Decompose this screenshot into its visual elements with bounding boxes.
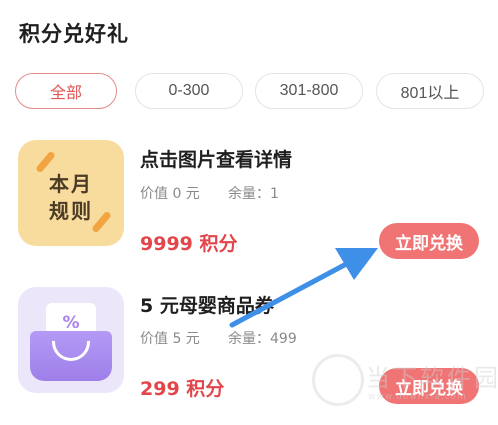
- percent-icon: %: [62, 313, 80, 333]
- filter-chips: 全部 0-300 301-800 801以上: [15, 73, 498, 109]
- watermark: 当下软件园 www.downxia.com: [312, 350, 498, 410]
- item-stock: 余量：1: [228, 186, 279, 202]
- item-name: 点击图片查看详情: [140, 149, 293, 171]
- voucher-thumbnail[interactable]: %: [18, 287, 124, 393]
- monthly-rules-thumbnail[interactable]: 本月 规则: [18, 140, 124, 246]
- filter-chip-301-800[interactable]: 301-800: [255, 73, 363, 109]
- smile-icon: [52, 341, 90, 361]
- arrow-head: [335, 248, 378, 280]
- filter-chip-801-plus[interactable]: 801以上: [376, 73, 484, 109]
- filter-chip-all[interactable]: 全部: [15, 73, 117, 109]
- watermark-logo-icon: [312, 354, 364, 406]
- item-stock: 余量：499: [228, 331, 297, 347]
- shopping-bag-icon: [30, 331, 112, 381]
- redeem-button[interactable]: 立即兑换: [379, 223, 479, 259]
- thumbnail-text: 本月: [49, 172, 93, 196]
- item-name: 5 元母婴商品券: [140, 295, 274, 317]
- item-points: 299 积分: [140, 378, 225, 400]
- watermark-url: www.downxia.com: [368, 392, 467, 402]
- item-value: 价值 5 元: [140, 331, 200, 347]
- page-title: 积分兑好礼: [19, 22, 129, 46]
- item-points: 9999 积分: [140, 233, 238, 255]
- watermark-text: 当下软件园: [366, 364, 498, 392]
- item-value: 价值 0 元: [140, 186, 200, 202]
- thumbnail-text: 规则: [49, 199, 93, 223]
- filter-chip-0-300[interactable]: 0-300: [135, 73, 243, 109]
